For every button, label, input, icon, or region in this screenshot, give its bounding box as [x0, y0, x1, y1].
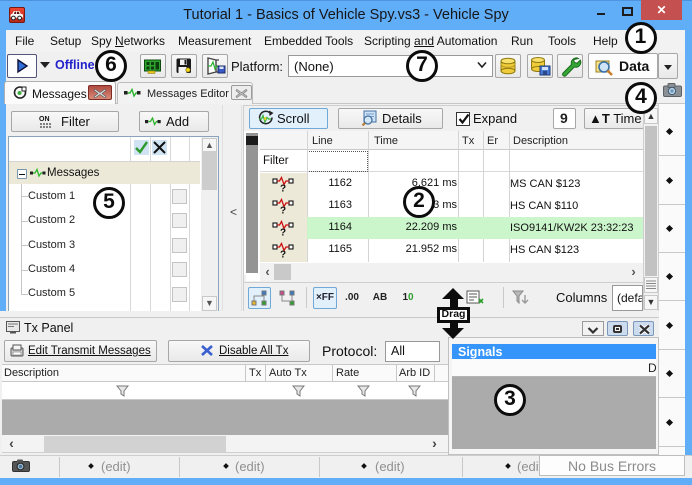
svg-text:?: ?	[280, 184, 286, 194]
svg-text:ON: ON	[39, 116, 50, 123]
svg-text:?: ?	[280, 228, 286, 238]
svg-text:?: ?	[280, 250, 286, 260]
svg-text:?: ?	[280, 206, 286, 216]
